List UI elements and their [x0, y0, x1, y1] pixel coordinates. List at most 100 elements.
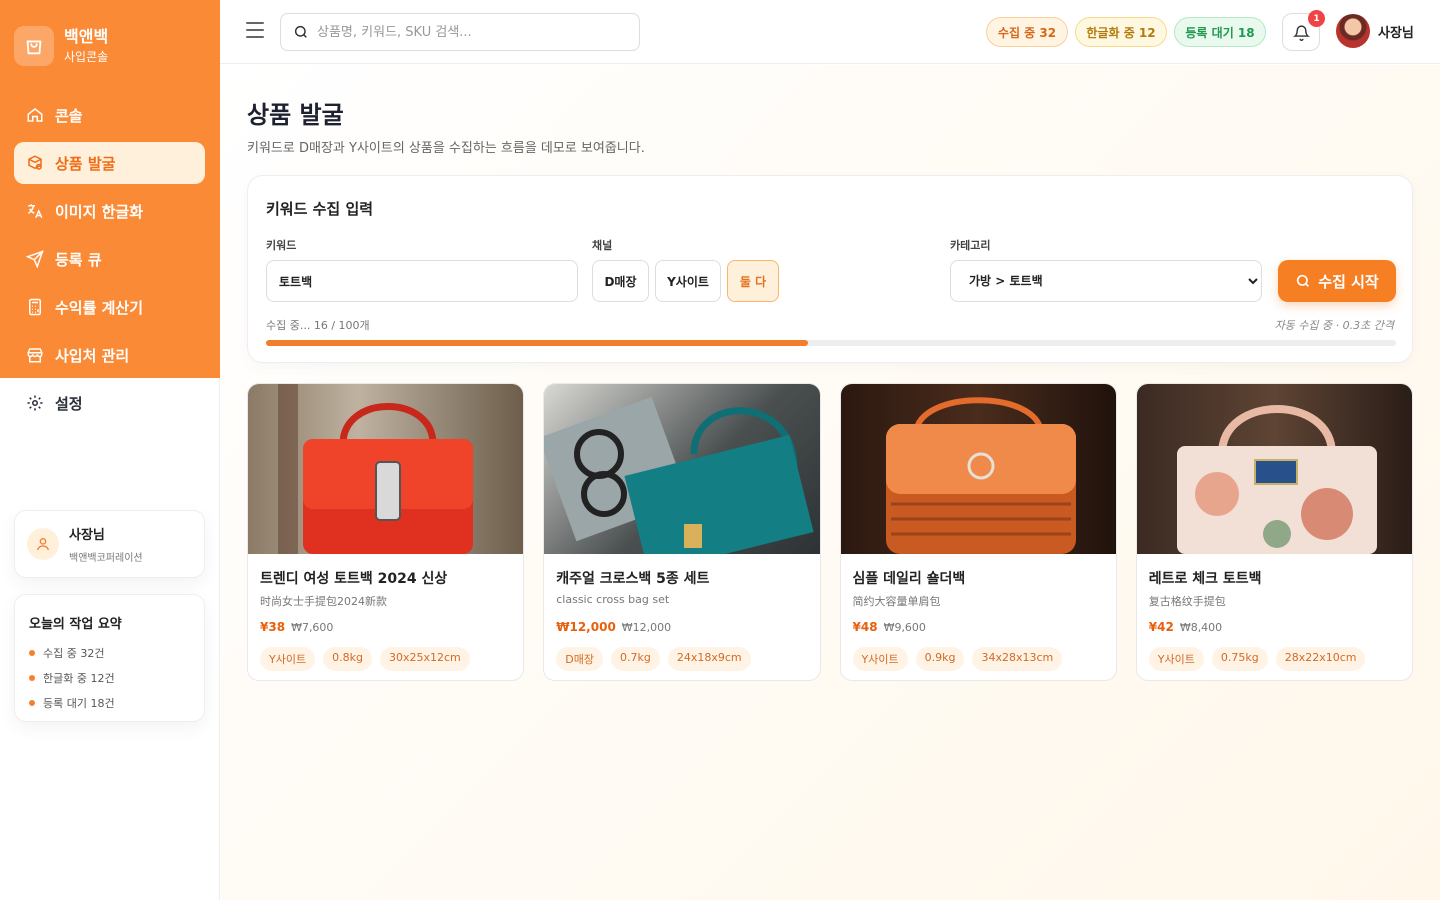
search-icon: [294, 25, 307, 38]
tag-channel: Y사이트: [852, 647, 908, 671]
sidebar-item-registration-queue[interactable]: 등록 큐: [14, 238, 205, 280]
translate-icon: [26, 202, 44, 220]
package-search-icon: [26, 154, 44, 172]
sidebar-item-product-discovery[interactable]: 상품 발굴: [14, 142, 205, 184]
shopping-bag-icon: [14, 26, 54, 66]
summary-item-text: 한글화 중 12건: [43, 671, 115, 685]
summary-item-text: 수집 중 32건: [43, 646, 105, 660]
progress-bar: [266, 340, 1396, 346]
summary-title: 오늘의 작업 요약: [29, 617, 122, 632]
price-value: ¥42: [1148, 620, 1174, 634]
price-krw: ₩8,400: [1179, 621, 1223, 634]
daily-summary: 오늘의 작업 요약 수집 중 32건 한글화 중 12건 등록 대기 18건: [14, 594, 205, 722]
gear-icon: [26, 394, 44, 412]
store-icon: [26, 346, 44, 364]
tag-channel: D매장: [556, 647, 603, 671]
progress-fill: [266, 340, 809, 346]
tag-weight: 0.8kg: [323, 647, 372, 671]
tag-size: 24x18x9cm: [667, 647, 751, 671]
price-value: ¥38: [260, 620, 286, 634]
bullet-dot: [29, 699, 35, 706]
tag-size: 30x25x12cm: [379, 647, 470, 671]
keyword-collect-panel: 키워드 수집 입력 키워드 채널 D매장 Y사이트 둘 다 카테고리 가방 > …: [247, 175, 1413, 363]
sidebar-item-margin-calculator[interactable]: 수익률 계산기: [14, 286, 205, 328]
sidebar-nav: 콘솔 상품 발굴 이미지 한글화 등록 큐 수익률 계산기 사입처 관리 설정: [14, 94, 205, 430]
price-krw: ₩9,600: [883, 621, 926, 634]
product-tags: Y사이트 0.75kg 28x22x10cm: [1148, 647, 1366, 671]
user-card[interactable]: 사장님 백앤백코퍼레이션: [14, 510, 205, 578]
profile-menu[interactable]: 사장님: [1336, 14, 1414, 48]
sidebar-item-label: 설정: [55, 394, 83, 413]
brand-subtitle: 사입콘솔: [64, 50, 109, 64]
product-price: ¥42 ₩8,400: [1149, 620, 1222, 634]
price-value: ¥48: [852, 620, 878, 634]
page-title: 상품 발굴: [247, 101, 344, 129]
tag-channel: Y사이트: [260, 647, 316, 671]
status-badge-waiting[interactable]: 등록 대기 18: [1174, 17, 1266, 47]
profile-name: 사장님: [1378, 25, 1414, 41]
top-header: 수집 중 32 한글화 중 12 등록 대기 18 1 사장님: [220, 0, 1440, 64]
product-tags: Y사이트 0.9kg 34x28x13cm: [852, 647, 1063, 671]
bell-icon: [1292, 24, 1310, 41]
calculator-icon: [26, 298, 44, 316]
sidebar-item-console[interactable]: 콘솔: [14, 94, 205, 136]
user-name: 사장님: [69, 528, 105, 543]
bullet-dot: [29, 649, 35, 656]
product-image: [544, 384, 820, 554]
product-card[interactable]: 트렌디 여성 토트백 2024 신상 时尚女士手提包2024新款 ¥38 ₩7,6…: [247, 383, 525, 681]
send-icon: [26, 250, 44, 268]
start-collect-button[interactable]: 수집 시작: [1278, 260, 1396, 302]
sidebar-item-label: 사입처 관리: [55, 346, 130, 365]
notification-button[interactable]: 1: [1282, 10, 1325, 51]
hamburger-menu-icon[interactable]: [246, 22, 264, 42]
sidebar-item-label: 수익률 계산기: [55, 298, 144, 317]
summary-item: 등록 대기 18건: [29, 690, 190, 715]
sidebar-item-label: 등록 큐: [55, 250, 102, 269]
product-subtitle: 简约大容量单肩包: [852, 595, 941, 608]
product-title: 심플 데일리 숄더백: [852, 571, 966, 587]
sidebar-item-image-localization[interactable]: 이미지 한글화: [14, 190, 205, 232]
product-tags: Y사이트 0.8kg 30x25x12cm: [260, 647, 470, 671]
product-image: [248, 384, 524, 554]
main-content: 상품 발굴 키워드로 D매장과 Y사이트의 상품을 수집하는 흐름을 데모로 보…: [221, 65, 1440, 900]
product-card[interactable]: 심플 데일리 숄더백 简约大容量单肩包 ¥48 ₩9,600 Y사이트 0.9kg…: [839, 383, 1117, 681]
brand[interactable]: 백앤백 사입콘솔: [14, 26, 108, 66]
category-select[interactable]: 가방 > 토트백: [950, 260, 1262, 302]
tag-weight: 0.9kg: [915, 647, 965, 671]
sidebar-item-label: 콘솔: [55, 106, 83, 125]
product-subtitle: classic cross bag set: [556, 593, 670, 606]
summary-item: 수집 중 32건: [29, 640, 190, 665]
tag-size: 28x22x10cm: [1275, 647, 1366, 671]
keyword-label: 키워드: [266, 239, 297, 252]
sidebar-item-label: 상품 발굴: [55, 154, 116, 173]
channel-button-d-store[interactable]: D매장: [592, 260, 649, 302]
channel-button-y-site[interactable]: Y사이트: [655, 260, 721, 302]
user-company: 백앤백코퍼레이션: [69, 553, 143, 564]
product-image: [840, 384, 1116, 554]
avatar: [1336, 14, 1370, 48]
sidebar-item-settings[interactable]: 설정: [14, 382, 205, 424]
progress-text: 수집 중... 16 / 100개: [266, 319, 370, 332]
product-tags: D매장 0.7kg 24x18x9cm: [556, 647, 751, 671]
tag-size: 34x28x13cm: [972, 647, 1063, 671]
search-input[interactable]: [317, 24, 617, 40]
product-card[interactable]: 캐주얼 크로스백 5종 세트 classic cross bag set ₩12…: [543, 383, 821, 681]
sidebar-item-supplier-management[interactable]: 사입처 관리: [14, 334, 205, 376]
status-badge-translating[interactable]: 한글화 중 12: [1075, 17, 1167, 47]
price-krw: ₩7,600: [291, 621, 334, 634]
product-card[interactable]: 레트로 체크 토트백 复古格纹手提包 ¥42 ₩8,400 Y사이트 0.75kg…: [1135, 383, 1413, 681]
notification-count-badge: 1: [1308, 10, 1325, 27]
product-price: ₩12,000 ₩12,000: [556, 620, 671, 634]
status-badge-collecting[interactable]: 수집 중 32: [986, 17, 1068, 47]
user-icon: [27, 528, 59, 560]
search-box[interactable]: [280, 13, 640, 51]
tag-weight: 0.7kg: [610, 647, 660, 671]
product-title: 트렌디 여성 토트백 2024 신상: [260, 571, 448, 587]
brand-title: 백앤백: [64, 27, 109, 46]
price-value: ₩12,000: [556, 620, 616, 634]
start-collect-label: 수집 시작: [1318, 272, 1379, 291]
channel-label: 채널: [592, 239, 613, 252]
keyword-input[interactable]: [266, 260, 578, 302]
channel-button-both[interactable]: 둘 다: [727, 260, 779, 302]
product-price: ¥48 ₩9,600: [853, 620, 926, 634]
